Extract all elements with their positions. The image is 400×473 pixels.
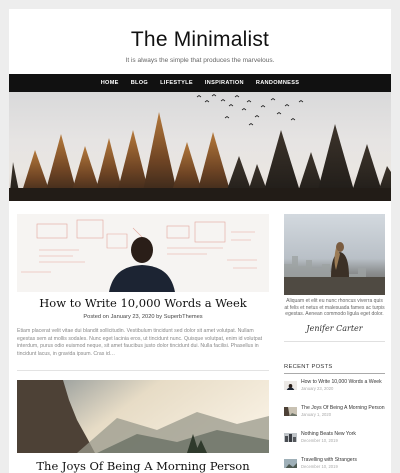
post-title-2[interactable]: The Joys Of Being A Morning Person [17,459,269,473]
post-meta-by: by [156,314,163,320]
post-meta: Posted on January 23, 2020 by SuperbThem… [17,314,269,320]
post-featured-image-2[interactable] [17,380,269,453]
page: The Minimalist It is always the simple t… [9,9,391,473]
site-title[interactable]: The Minimalist [9,28,391,52]
nav-item-inspiration[interactable]: INSPIRATION [199,80,250,86]
post-date[interactable]: January 23, 2020 [111,314,155,320]
recent-post-date: January 23, 2020 [301,386,334,391]
recent-post-title[interactable]: How to Write 10,000 Words a Week [301,379,382,385]
recent-post-date: December 10, 2019 [301,438,338,443]
post-title[interactable]: How to Write 10,000 Words a Week [17,296,269,310]
recent-post-thumbnail[interactable] [284,457,297,468]
recent-post-title[interactable]: Travelling with Strangers [301,457,357,463]
recent-post-item[interactable]: How to Write 10,000 Words a Week January… [284,379,385,397]
nav-item-home[interactable]: HOME [95,80,125,86]
birds [196,94,304,126]
recent-post-date: December 10, 2019 [301,464,338,469]
main-nav: HOME BLOG LIFESTYLE INSPIRATION RANDOMNE… [9,74,391,92]
recent-post-title[interactable]: The Joys Of Being A Morning Person [301,405,385,411]
person-silhouette [331,242,349,277]
author-caption: Aliquam et elit eu nunc rhoncus viverra … [284,298,385,318]
post-featured-image[interactable] [17,214,269,292]
post-meta-prefix: Posted on [83,314,109,320]
tree-silhouettes [9,112,391,201]
sidebar-divider [284,341,385,342]
site-tagline: It is always the simple that produces th… [125,57,275,64]
recent-post-thumbnail[interactable] [284,405,297,416]
hero-image [9,92,391,201]
recent-posts-rule [284,373,385,374]
recent-post-date: January 1, 2020 [301,412,332,417]
post-divider [17,370,269,371]
nav-item-blog[interactable]: BLOG [125,80,154,86]
recent-post-item[interactable]: Travelling with Strangers December 10, 2… [284,457,385,473]
nav-item-randomness[interactable]: RANDOMNESS [250,80,305,86]
recent-posts-heading: RECENT POSTS [284,364,333,370]
author-signature: Jenifer Carter [306,324,363,333]
recent-post-item[interactable]: The Joys Of Being A Morning Person Janua… [284,405,385,423]
author-image [284,214,385,295]
nav-item-lifestyle[interactable]: LIFESTYLE [154,80,199,86]
recent-post-thumbnail[interactable] [284,379,297,390]
post-excerpt: Etiam placerat velit vitae dui blandit s… [17,328,263,357]
recent-post-thumbnail[interactable] [284,431,297,442]
recent-post-title[interactable]: Nothing Beats New York [301,431,356,437]
post-author[interactable]: SuperbThemes [164,314,203,320]
recent-post-item[interactable]: Nothing Beats New York December 10, 2019 [284,431,385,449]
